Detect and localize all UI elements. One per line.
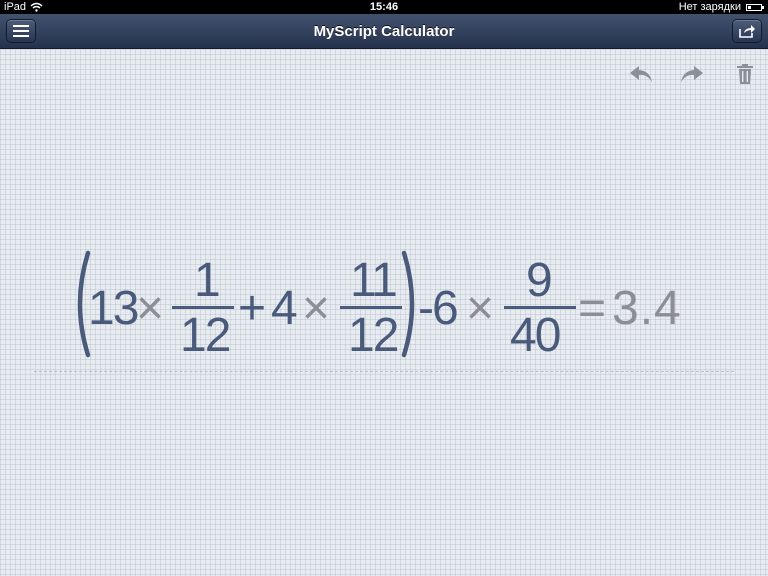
frac2-denominator: 12 [348, 309, 399, 362]
status-bar: iPad 15:46 Нет зарядки [0, 0, 768, 14]
menu-button[interactable] [6, 19, 36, 43]
equals-sign: = [578, 282, 606, 335]
baseline-guide [34, 371, 734, 372]
undo-button[interactable] [627, 61, 655, 87]
share-button[interactable] [732, 19, 762, 43]
plus-sign: + [238, 282, 266, 335]
frac2-numerator: 11 [350, 254, 398, 307]
share-icon [739, 25, 755, 38]
frac1-denominator: 12 [180, 309, 231, 362]
battery-icon [746, 3, 764, 11]
term1-whole: 13 [88, 282, 139, 335]
result-value: 3.4 [612, 282, 682, 335]
app-title: MyScript Calculator [313, 23, 455, 40]
status-right: Нет зарядки [678, 0, 764, 14]
frac3-denominator: 40 [510, 309, 561, 362]
minus-term: -6 [418, 282, 459, 335]
writing-canvas[interactable]: 13 × 1 12 + 4 × 11 12 -6 × 9 40 = 3.4 [0, 49, 768, 576]
times-sign-2: × [302, 282, 330, 335]
times-sign-1: × [136, 282, 164, 335]
redo-button[interactable] [678, 61, 706, 87]
clear-button[interactable] [731, 61, 759, 87]
menu-icon [13, 25, 29, 37]
undo-icon [630, 66, 652, 82]
battery-text: Нет зарядки [678, 1, 741, 13]
times-sign-3: × [466, 282, 494, 335]
term2-whole: 4 [271, 282, 298, 335]
trash-icon [737, 64, 753, 84]
frac1-numerator: 1 [194, 254, 221, 307]
frac3-numerator: 9 [526, 254, 553, 307]
redo-icon [681, 66, 703, 82]
nav-bar: MyScript Calculator [0, 14, 768, 49]
status-time: 15:46 [369, 1, 399, 13]
